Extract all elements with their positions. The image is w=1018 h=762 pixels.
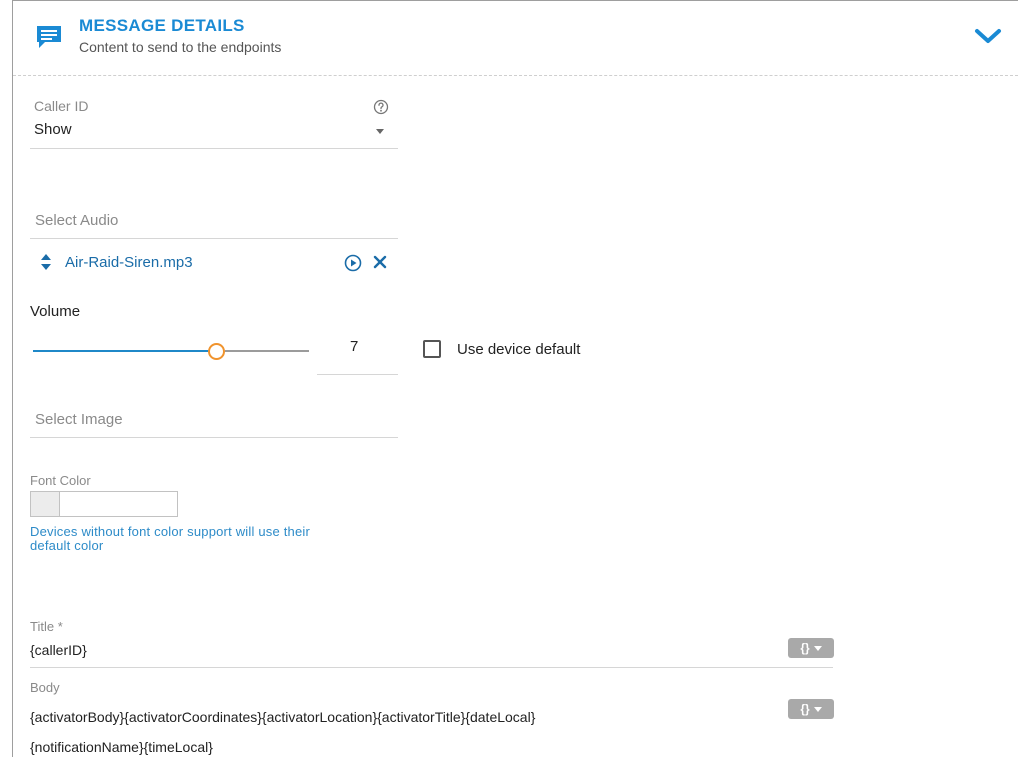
- font-color-hint-line2: default color: [30, 538, 104, 553]
- play-icon[interactable]: [344, 254, 362, 272]
- help-icon[interactable]: [373, 99, 389, 115]
- title-input[interactable]: {callerID}: [30, 642, 87, 658]
- body-textarea[interactable]: {activatorBody}{activatorCoordinates}{ac…: [30, 702, 730, 762]
- body-token-button[interactable]: {}: [788, 699, 834, 719]
- volume-slider-fill: [33, 350, 217, 352]
- body-label: Body: [30, 680, 60, 695]
- title-label: Title *: [30, 619, 63, 634]
- title-underline: [30, 667, 833, 668]
- font-color-hint-line1: Devices without font color support will …: [30, 524, 311, 539]
- caller-id-select[interactable]: Show: [34, 121, 374, 138]
- volume-value-underline: [317, 374, 398, 375]
- close-icon[interactable]: [372, 254, 388, 270]
- select-audio-underline: [30, 238, 398, 239]
- use-device-default-label[interactable]: Use device default: [457, 341, 580, 358]
- select-image-underline: [30, 437, 398, 438]
- body-line2: {notificationName}{timeLocal}: [30, 739, 213, 755]
- volume-value-input[interactable]: 7: [350, 338, 358, 355]
- token-caret-icon: [813, 645, 822, 651]
- message-details-panel: [12, 0, 1018, 757]
- use-device-default-checkbox[interactable]: [423, 340, 441, 358]
- token-braces: {}: [800, 641, 810, 655]
- sort-arrows-icon[interactable]: [40, 253, 52, 271]
- font-color-swatch[interactable]: [30, 491, 60, 517]
- font-color-hint: Devices without font color support will …: [30, 525, 400, 553]
- section-title: MESSAGE DETAILS: [79, 16, 245, 35]
- message-icon: [36, 25, 62, 49]
- caller-id-label: Caller ID: [34, 98, 89, 114]
- header-divider: [13, 75, 1018, 76]
- body-line1: {activatorBody}{activatorCoordinates}{ac…: [30, 709, 536, 725]
- section-subtitle: Content to send to the endpoints: [79, 39, 282, 55]
- volume-slider-track[interactable]: [225, 350, 309, 352]
- dropdown-caret-icon[interactable]: [376, 129, 384, 134]
- font-color-label: Font Color: [30, 473, 91, 488]
- collapse-chevron-icon[interactable]: [974, 26, 1002, 46]
- volume-label: Volume: [30, 303, 81, 320]
- volume-slider-thumb[interactable]: [208, 343, 225, 360]
- font-color-input[interactable]: [60, 491, 178, 517]
- select-audio-input[interactable]: Select Audio: [35, 212, 118, 229]
- caller-id-underline: [30, 148, 398, 149]
- token-caret-icon: [813, 706, 822, 712]
- selected-audio-file: Air-Raid-Siren.mp3: [65, 254, 193, 271]
- token-braces: {}: [800, 702, 810, 716]
- title-token-button[interactable]: {}: [788, 638, 834, 658]
- select-image-input[interactable]: Select Image: [35, 411, 123, 428]
